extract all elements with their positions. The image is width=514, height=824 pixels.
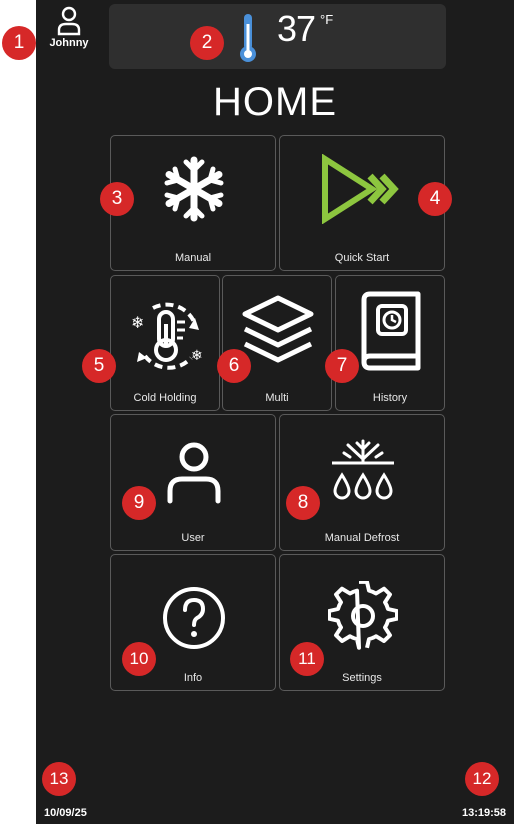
page-title: HOME <box>213 80 337 124</box>
thermometer-cycle-icon: ❄ ❄ <box>131 302 203 370</box>
callout-badge-1: 1 <box>2 26 36 60</box>
user-profile-button[interactable]: Johnny <box>40 6 98 49</box>
tile-quick-start-label: Quick Start <box>334 252 390 264</box>
callout-badge-13: 13 <box>42 762 76 796</box>
temperature-unit: °F <box>320 12 334 27</box>
thermometer-icon <box>240 14 256 62</box>
question-icon <box>163 587 225 649</box>
person-icon <box>167 442 221 504</box>
callout-badge-10: 10 <box>122 642 156 676</box>
callout-badge-4: 4 <box>418 182 452 216</box>
defrost-drops-icon <box>332 439 394 500</box>
callout-badge-2: 2 <box>190 26 224 60</box>
callout-badge-5: 5 <box>82 349 116 383</box>
footer-date: 10/09/25 <box>44 807 87 819</box>
tile-manual-defrost-label: Manual Defrost <box>324 532 400 544</box>
svg-text:❄: ❄ <box>131 313 144 332</box>
tile-manual[interactable]: Manual <box>110 135 276 271</box>
tile-cold-holding-label: Cold Holding <box>133 392 197 404</box>
callout-badge-7: 7 <box>325 349 359 383</box>
tile-user-label: User <box>181 532 205 544</box>
callout-badge-9: 9 <box>122 486 156 520</box>
tile-user[interactable]: User <box>110 414 276 551</box>
tile-cold-holding[interactable]: ❄ ❄ Cold Holding <box>110 275 220 411</box>
footer-time: 13:19:58 <box>462 807 507 819</box>
snowflake-icon <box>164 156 224 222</box>
gear-icon <box>328 581 398 650</box>
tile-history-label: History <box>372 392 408 404</box>
svg-text:❄: ❄ <box>191 348 203 364</box>
temperature-value: 37 <box>277 8 316 49</box>
callout-badge-12: 12 <box>465 762 499 796</box>
callout-badge-8: 8 <box>286 486 320 520</box>
user-name: Johnny <box>49 37 89 49</box>
callout-badge-3: 3 <box>100 182 134 216</box>
tile-manual-defrost[interactable]: Manual Defrost <box>279 414 445 551</box>
fast-forward-icon <box>322 154 399 224</box>
tile-history[interactable]: History <box>335 275 445 411</box>
tile-multi-label: Multi <box>265 392 289 404</box>
callout-badge-11: 11 <box>290 642 324 676</box>
book-clock-icon <box>361 291 421 371</box>
tile-manual-label: Manual <box>174 252 212 264</box>
person-icon <box>57 6 81 36</box>
tile-multi[interactable]: Multi <box>222 275 332 411</box>
callout-badge-6: 6 <box>217 349 251 383</box>
temperature-panel: 37 °F <box>109 4 446 69</box>
